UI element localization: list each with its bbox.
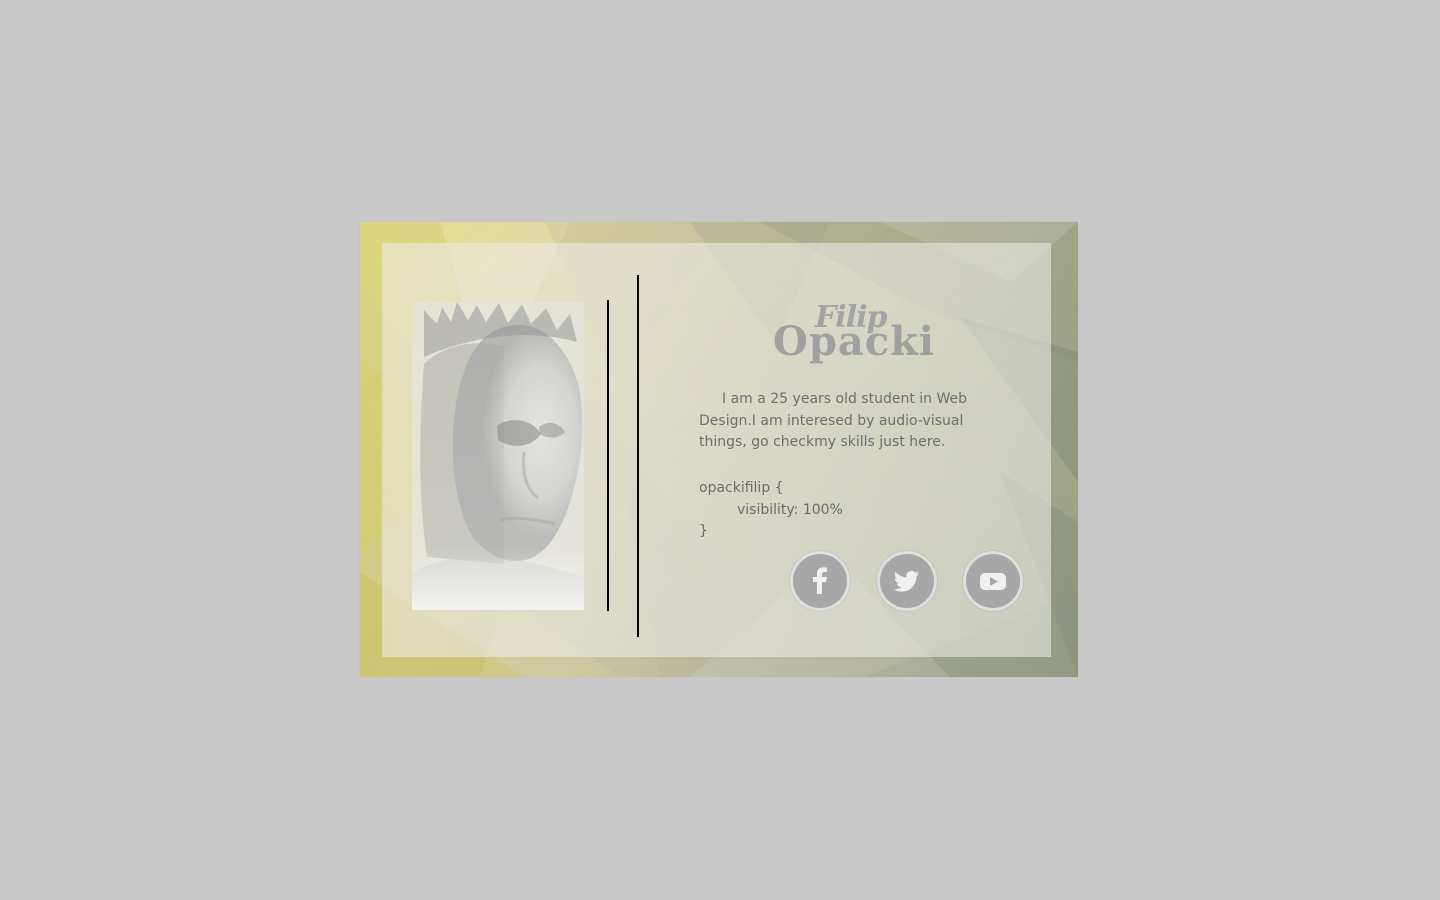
code-line-1: opackifilip { (699, 480, 784, 496)
name-logo: Filip Opacki (773, 300, 934, 370)
twitter-icon (893, 570, 919, 592)
twitter-button[interactable] (877, 551, 937, 611)
code-line-3: } (699, 523, 708, 539)
divider-line-left (607, 300, 609, 611)
code-line-2: visibility: 100% (737, 501, 843, 518)
youtube-button[interactable] (963, 551, 1023, 611)
divider-line-right (637, 275, 639, 637)
code-snippet: opackifilip { visibility: 100% } (699, 478, 843, 543)
profile-photo (412, 302, 584, 610)
portrait-artwork (412, 302, 584, 610)
facebook-icon (813, 567, 827, 594)
facebook-button[interactable] (790, 551, 850, 611)
last-name: Opacki (773, 318, 935, 365)
youtube-icon (980, 573, 1006, 590)
bio-text: I am a 25 years old student in Web Desig… (699, 391, 968, 450)
